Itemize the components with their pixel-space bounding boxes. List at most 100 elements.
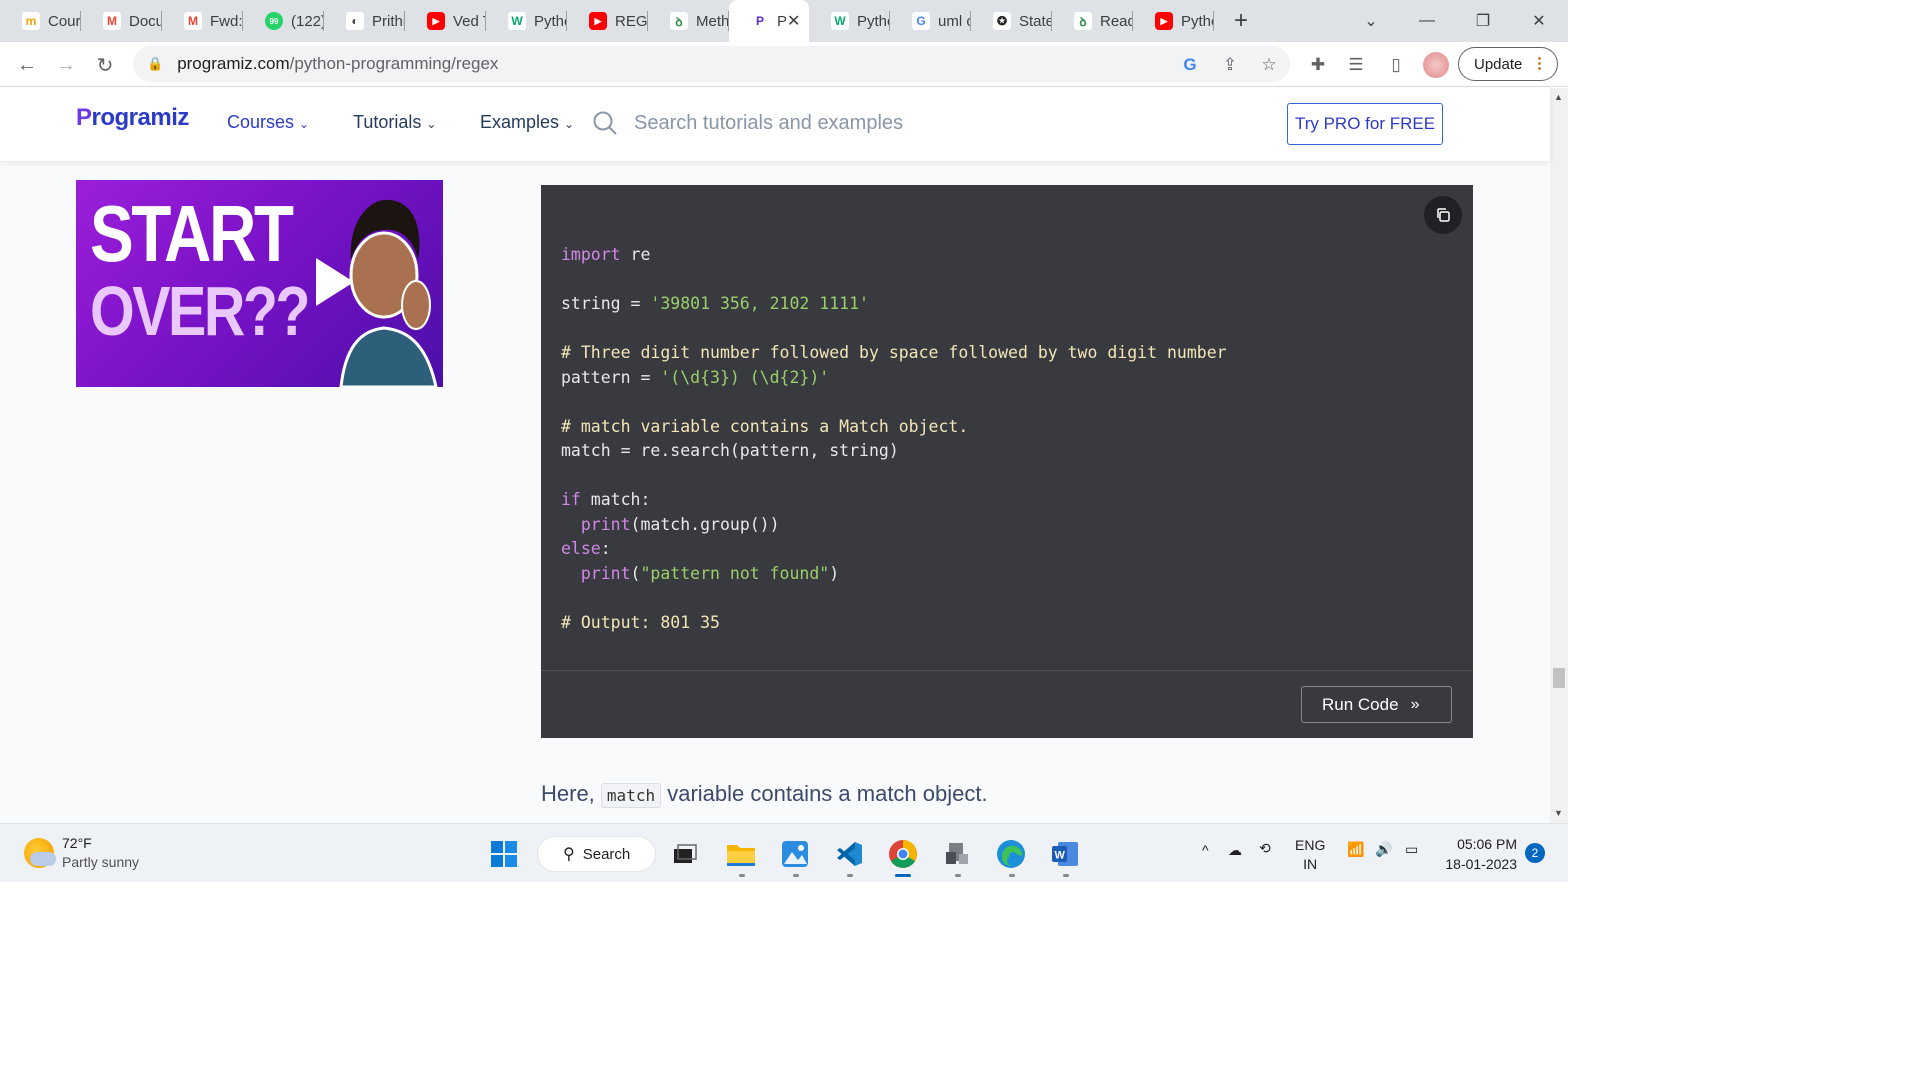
try-pro-button[interactable]: Try PRO for FREE xyxy=(1287,103,1443,145)
photos-icon[interactable] xyxy=(777,836,813,872)
side-panel-icon[interactable]: ▯ xyxy=(1381,50,1411,80)
programiz-icon: P xyxy=(751,12,769,30)
close-tab-icon[interactable]: ✕ xyxy=(787,11,800,31)
tab-search-chevron-icon[interactable]: ⌄ xyxy=(1343,0,1399,42)
google-lens-icon[interactable]: G xyxy=(1175,50,1205,80)
browser-tab[interactable]: W Pytho xyxy=(809,0,890,42)
sync-icon[interactable]: ⟲ xyxy=(1259,840,1271,857)
close-window-button[interactable]: ✕ xyxy=(1511,0,1567,42)
code-token: match: xyxy=(580,490,651,509)
code-token: '39801 356, 2102 1111' xyxy=(650,294,869,313)
scrollbar-thumb[interactable] xyxy=(1553,668,1565,688)
browser-tab[interactable]: ✪ State xyxy=(971,0,1052,42)
chevron-up-icon[interactable]: ^ xyxy=(1202,842,1209,858)
globe-icon: ◐ xyxy=(346,12,364,30)
task-view-icon[interactable] xyxy=(667,836,703,872)
battery-icon[interactable]: ▭ xyxy=(1405,841,1418,858)
minimize-button[interactable]: — xyxy=(1399,0,1455,42)
browser-tab[interactable]: ◐ Prithi xyxy=(324,0,405,42)
search-input[interactable]: Search tutorials and examples xyxy=(634,112,903,135)
tab-label: Fwd: xyxy=(210,12,243,30)
address-bar[interactable]: 🔒 programiz.com/python-programming/regex xyxy=(133,46,1290,82)
reading-list-icon[interactable]: ☰ xyxy=(1341,50,1371,80)
taskbar-search-label: Search xyxy=(582,845,631,863)
code-token: print xyxy=(580,514,631,534)
new-tab-icon[interactable]: + xyxy=(1220,7,1262,35)
wifi-icon[interactable]: 📶 xyxy=(1347,841,1364,858)
browser-toolbar: ← → ↻ 🔒 programiz.com/python-programming… xyxy=(0,42,1568,87)
chevron-down-icon: ⌄ xyxy=(426,117,437,131)
reload-icon[interactable]: ↻ xyxy=(88,48,122,82)
copy-icon[interactable] xyxy=(1424,196,1462,234)
browser-tab[interactable]: ▶ Ved T xyxy=(405,0,486,42)
nav-tutorials[interactable]: Tutorials ⌄ xyxy=(353,112,436,133)
language-indicator[interactable]: ENG IN xyxy=(1295,836,1325,874)
volume-icon[interactable]: 🔊 xyxy=(1375,841,1392,858)
page-scrollbar[interactable]: ▲ ▼ xyxy=(1550,88,1568,823)
run-code-button[interactable]: Run Code » xyxy=(1301,686,1452,723)
code-block: import re string = '39801 356, 2102 1111'… xyxy=(541,185,1473,738)
tab-separator xyxy=(1213,11,1214,31)
code-token: # match variable contains a Match object… xyxy=(561,416,969,436)
scroll-down-icon[interactable]: ▼ xyxy=(1554,808,1563,818)
edge-icon[interactable] xyxy=(993,836,1029,872)
vscode-icon[interactable] xyxy=(831,836,867,872)
coursera-icon: m xyxy=(22,12,40,30)
bookmark-star-icon[interactable]: ☆ xyxy=(1254,50,1284,80)
restore-button[interactable]: ❐ xyxy=(1455,0,1511,42)
programiz-logo[interactable]: Programiz xyxy=(76,104,189,132)
more-menu-icon[interactable]: ⋮ xyxy=(1532,54,1547,72)
nav-courses[interactable]: Courses ⌄ xyxy=(227,112,309,133)
youtube-icon: ▶ xyxy=(1155,12,1173,30)
browser-tab[interactable]: M Docu xyxy=(81,0,162,42)
nav-examples-label: Examples xyxy=(480,112,560,132)
browser-tab[interactable]: ꝺ Read xyxy=(1052,0,1133,42)
clock-time: 05:06 PM xyxy=(1457,836,1517,852)
code-line: # Output: 801 35 xyxy=(561,611,1227,636)
system-clock[interactable]: 05:06 PM 18-01-2023 xyxy=(1443,834,1517,874)
forward-arrow-icon[interactable]: → xyxy=(49,48,83,82)
profile-avatar[interactable] xyxy=(1421,50,1451,80)
search-icon[interactable] xyxy=(592,110,618,136)
running-indicator xyxy=(739,874,745,877)
scroll-up-icon[interactable]: ▲ xyxy=(1554,92,1563,102)
gmail-icon: M xyxy=(184,12,202,30)
update-button[interactable]: Update ⋮ xyxy=(1458,47,1558,81)
onedrive-icon[interactable]: ☁ xyxy=(1228,842,1242,859)
code-token: pattern = xyxy=(561,367,661,387)
video-thumbnail[interactable]: START OVER?? xyxy=(76,180,443,387)
windows-start-icon[interactable] xyxy=(486,836,522,872)
code-content[interactable]: import re string = '39801 356, 2102 1111'… xyxy=(561,243,1227,635)
taskbar-search[interactable]: ⚲ Search xyxy=(537,836,656,872)
nav-examples[interactable]: Examples ⌄ xyxy=(480,112,574,133)
whatsapp-icon: 99 xyxy=(265,12,283,30)
notification-badge[interactable]: 2 xyxy=(1525,843,1545,863)
chrome-icon[interactable] xyxy=(885,836,921,872)
share-icon[interactable]: ⇪ xyxy=(1215,50,1245,80)
extensions-puzzle-icon[interactable]: ✚ xyxy=(1303,50,1333,80)
browser-tab[interactable]: ꝺ Meth xyxy=(648,0,729,42)
windows-taskbar: 72°F Partly sunny ⚲ Search W ^ ☁ ⟲ ENG IN 📶… xyxy=(0,823,1568,882)
browser-tab[interactable]: M Fwd: xyxy=(162,0,243,42)
browser-tab[interactable]: Guml c xyxy=(890,0,971,42)
browser-tab[interactable]: m Cour xyxy=(0,0,81,42)
back-arrow-icon[interactable]: ← xyxy=(10,48,44,82)
chevron-down-icon: ⌄ xyxy=(564,117,575,131)
code-line: print(match.group()) xyxy=(561,513,1227,538)
weather-widget[interactable]: 72°F Partly sunny xyxy=(24,834,139,872)
browser-tab[interactable]: W Pytho xyxy=(486,0,567,42)
browser-tab[interactable]: P P ✕ xyxy=(729,0,809,42)
presenter-image xyxy=(339,199,438,387)
browser-tab[interactable]: ▶ Pytho xyxy=(1133,0,1214,42)
browser-tab[interactable]: ▶ REGE xyxy=(567,0,648,42)
word-icon[interactable]: W xyxy=(1047,836,1083,872)
devices-icon[interactable] xyxy=(939,836,975,872)
browser-tab[interactable]: 99 (122) xyxy=(243,0,324,42)
clock-date: 18-01-2023 xyxy=(1445,856,1517,872)
code-token: else xyxy=(561,539,601,558)
file-explorer-icon[interactable] xyxy=(723,836,759,872)
code-token: match = re.search(pattern, string) xyxy=(561,441,899,460)
tab-label: Ved T xyxy=(453,12,486,30)
